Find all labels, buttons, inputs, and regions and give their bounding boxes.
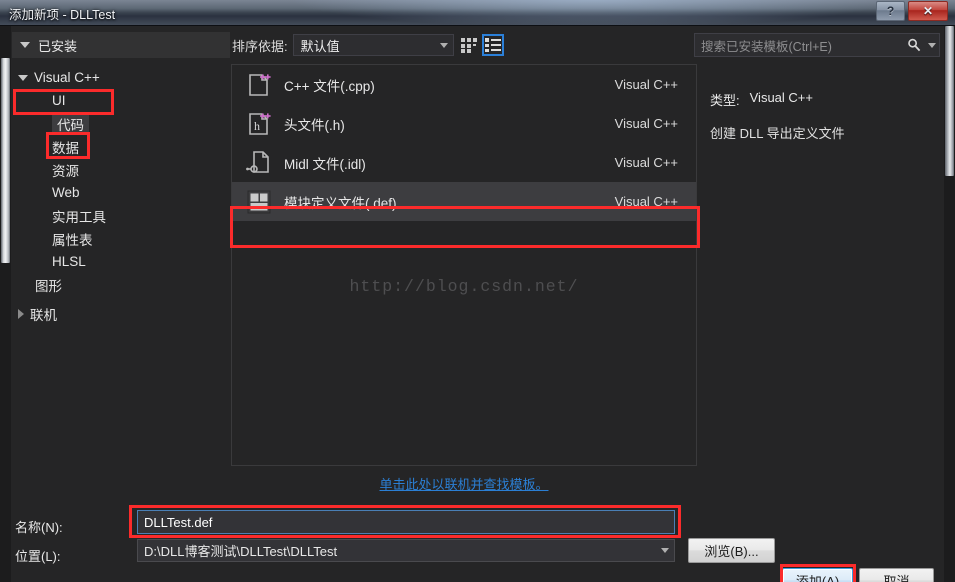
search-input[interactable]: 搜索已安装模板(Ctrl+E) <box>701 36 903 55</box>
midl-file-icon-wrapper <box>244 148 274 178</box>
tree-item-online[interactable]: 联机 <box>12 302 230 325</box>
sort-value: 默认值 <box>300 38 340 54</box>
help-button[interactable]: ? <box>876 1 905 21</box>
list-item-cpp-file[interactable]: C++ 文件(.cpp) Visual C++ <box>232 65 696 104</box>
left-scrollbar-thumb[interactable] <box>1 58 10 263</box>
search-icon <box>908 38 921 52</box>
chevron-down-icon <box>440 42 448 48</box>
triangle-down-icon <box>18 74 28 81</box>
detail-type-value: Visual C++ <box>749 90 813 105</box>
tree-item-graphics[interactable]: 图形 <box>12 273 230 296</box>
name-input[interactable]: DLLTest.def <box>137 510 675 534</box>
def-file-icon <box>247 190 271 213</box>
sort-label: 排序依据: <box>232 38 288 54</box>
tree-item-ui[interactable]: UI <box>12 89 230 112</box>
detail-type-label: 类型: <box>710 93 740 108</box>
right-scrollbar-thumb[interactable] <box>945 26 954 176</box>
tree-item-label: 图形 <box>35 278 62 294</box>
sort-dropdown[interactable]: 默认值 <box>292 34 454 56</box>
search-box[interactable]: 搜索已安装模板(Ctrl+E) <box>694 33 940 57</box>
list-view-button[interactable] <box>482 34 504 56</box>
tree-item-label: 联机 <box>30 307 57 323</box>
category-tree: Visual C++ UI 代码 数据 资源 Web 实用工具 属性表 HLSL… <box>12 64 230 494</box>
search-icon-wrapper <box>903 38 925 52</box>
titlebar-glow <box>0 0 955 25</box>
tree-item-label: 实用工具 <box>52 209 106 225</box>
close-button[interactable]: ✕ <box>908 1 948 21</box>
tree-item-web[interactable]: Web <box>12 181 230 204</box>
list-item-title: 模块定义文件(.def) <box>284 195 397 211</box>
tree-item-label: Visual C++ <box>34 70 100 85</box>
tree-item-label: 数据 <box>52 140 79 156</box>
list-item-kind: Visual C++ <box>614 194 678 209</box>
name-label: 名称(N): <box>15 520 63 535</box>
location-input[interactable]: D:\DLL博客测试\DLLTest\DLLTest <box>137 539 675 562</box>
chevron-down-icon[interactable] <box>661 548 669 553</box>
list-item-kind: Visual C++ <box>614 155 678 170</box>
chevron-down-icon <box>928 42 936 48</box>
triangle-right-icon <box>18 308 24 319</box>
midl-file-icon <box>246 150 269 173</box>
add-button[interactable]: 添加(A) <box>782 568 853 582</box>
tree-item-property-sheet[interactable]: 属性表 <box>12 227 230 250</box>
tree-item-code[interactable]: 代码 <box>12 112 230 135</box>
cancel-button[interactable]: 取消 <box>859 568 934 582</box>
tree-item-visual-cpp[interactable]: Visual C++ <box>12 66 230 89</box>
cpp-file-icon-wrapper <box>244 70 274 100</box>
tree-item-utility[interactable]: 实用工具 <box>12 204 230 227</box>
list-item-title: Midl 文件(.idl) <box>284 156 366 172</box>
list-item-def-file[interactable]: 模块定义文件(.def) Visual C++ <box>232 182 696 221</box>
title-bar: 添加新项 - DLLTest ? ✕ <box>0 0 955 26</box>
location-value: D:\DLL博客测试\DLLTest\DLLTest <box>144 544 338 559</box>
location-label: 位置(L): <box>15 549 61 564</box>
installed-header[interactable]: 已安装 <box>12 32 230 58</box>
right-scrollbar[interactable] <box>944 26 955 582</box>
tree-item-resource[interactable]: 资源 <box>12 158 230 181</box>
watermark-text: http://blog.csdn.net/ <box>349 277 579 296</box>
template-list: http://blog.csdn.net/ C++ 文件(.cpp) Visua… <box>231 64 697 466</box>
installed-label: 已安装 <box>38 38 78 54</box>
list-item-title: C++ 文件(.cpp) <box>284 78 375 94</box>
tree-item-label: Web <box>52 185 80 200</box>
list-item-kind: Visual C++ <box>614 116 678 131</box>
find-templates-online-link[interactable]: 单击此处以联机并查找模板。 <box>231 474 697 493</box>
add-new-item-dialog: 添加新项 - DLLTest ? ✕ 已安装 排序依据: 默认值 搜索已安装模板… <box>0 0 955 582</box>
list-item-title: 头文件(.h) <box>284 117 345 133</box>
grid-view-icon <box>461 37 477 53</box>
header-file-icon: h <box>249 112 271 135</box>
cpp-file-icon <box>249 73 271 96</box>
def-file-icon-wrapper <box>244 187 274 217</box>
dialog-body: 已安装 排序依据: 默认值 搜索已安装模板(Ctrl+E) Visual C++… <box>0 26 955 582</box>
tree-item-label: HLSL <box>52 254 86 269</box>
template-details: 类型: Visual C++ 创建 DLL 导出定义文件 <box>710 90 942 143</box>
left-scrollbar[interactable] <box>0 26 11 582</box>
search-dropdown-button[interactable] <box>925 42 939 48</box>
svg-text:h: h <box>254 119 260 133</box>
list-item-midl-file[interactable]: Midl 文件(.idl) Visual C++ <box>232 143 696 182</box>
triangle-down-icon <box>20 42 30 48</box>
sort-bar: 排序依据: 默认值 <box>232 32 454 58</box>
grid-view-button[interactable] <box>459 34 481 56</box>
tree-item-label: 资源 <box>52 163 79 179</box>
tree-item-data[interactable]: 数据 <box>12 135 230 158</box>
detail-type-row: 类型: Visual C++ <box>710 90 942 109</box>
list-item-kind: Visual C++ <box>614 77 678 92</box>
tree-item-label: UI <box>52 93 66 108</box>
window-title: 添加新项 - DLLTest <box>9 8 116 22</box>
tree-item-label: 属性表 <box>52 232 93 248</box>
list-item-header-file[interactable]: h 头文件(.h) Visual C++ <box>232 104 696 143</box>
browse-button[interactable]: 浏览(B)... <box>688 538 775 563</box>
tree-item-hlsl[interactable]: HLSL <box>12 250 230 273</box>
detail-description: 创建 DLL 导出定义文件 <box>710 126 845 141</box>
list-view-icon <box>485 38 501 52</box>
tree-item-label: 代码 <box>52 112 89 135</box>
header-file-icon-wrapper: h <box>244 109 274 139</box>
